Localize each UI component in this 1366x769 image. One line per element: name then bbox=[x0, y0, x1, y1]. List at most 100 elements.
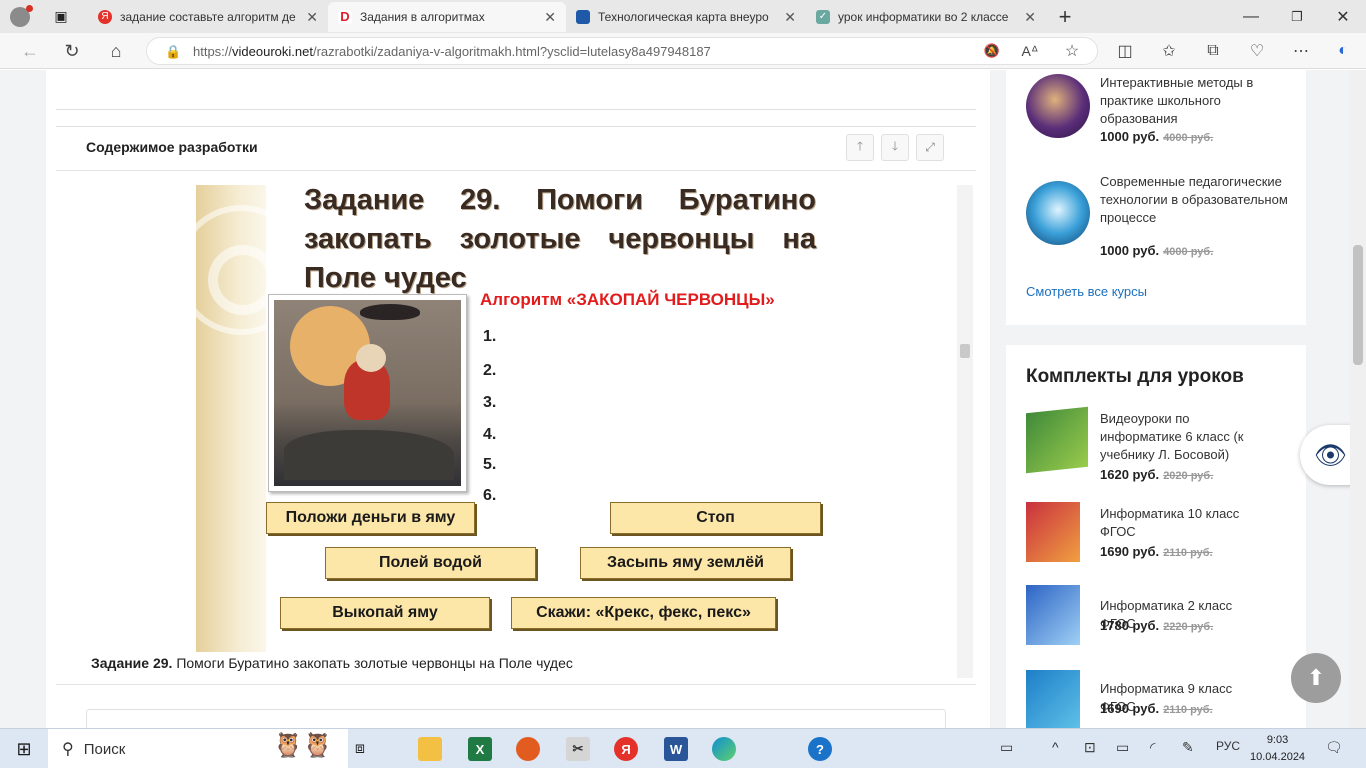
tab-lesson[interactable]: ✓ урок информатики во 2 классе ✕ bbox=[806, 2, 1046, 32]
edge-icon[interactable] bbox=[712, 737, 736, 761]
lock-icon[interactable]: 🔒 bbox=[165, 44, 181, 60]
tab-tech-card[interactable]: Технологическая карта внеуро ✕ bbox=[566, 2, 806, 32]
help-icon[interactable]: ? bbox=[808, 737, 832, 761]
tab-title: Технологическая карта внеуро bbox=[598, 10, 769, 24]
arrow-up-icon[interactable]: 🡑 bbox=[846, 134, 874, 161]
home-icon[interactable]: ⌂ bbox=[102, 39, 130, 63]
file-explorer-icon[interactable] bbox=[418, 737, 442, 761]
search-icon: ⚲ bbox=[62, 741, 74, 758]
page-viewport: Содержимое разработки 🡑 🡓 ⤢ Задание 29. … bbox=[0, 70, 1366, 728]
favorites-icon[interactable]: ✩ bbox=[1156, 39, 1182, 63]
profile-avatar[interactable] bbox=[0, 0, 33, 33]
kits-title: Комплекты для уроков bbox=[1026, 366, 1244, 387]
divider bbox=[56, 684, 976, 685]
kit-cover-image bbox=[1026, 406, 1088, 474]
command-card: Положи деньги в яму bbox=[266, 502, 475, 534]
window-close-icon[interactable]: ✕ bbox=[1320, 0, 1366, 33]
pen-icon[interactable]: ✎ bbox=[1182, 739, 1194, 756]
more-menu-icon[interactable]: ⋯ bbox=[1288, 39, 1314, 63]
course-price: 1000 руб. 4000 руб. bbox=[1100, 129, 1214, 144]
reload-icon[interactable]: ↻ bbox=[58, 39, 86, 63]
kit-price: 1690 руб. 2110 руб. bbox=[1100, 701, 1213, 716]
new-tab-icon[interactable]: + bbox=[1050, 0, 1080, 33]
slide-scrollbar[interactable] bbox=[957, 185, 973, 678]
language-indicator[interactable]: РУС bbox=[1216, 739, 1240, 753]
step-number: 1. bbox=[483, 328, 497, 345]
clock-date: 10.04.2024 bbox=[1250, 751, 1306, 763]
excel-icon[interactable]: X bbox=[468, 737, 492, 761]
divider bbox=[56, 170, 976, 171]
sidebar-kits: Комплекты для уроков Видеоуроки по инфор… bbox=[1006, 345, 1306, 728]
slide-caption: Задание 29. Помоги Буратино закопать зол… bbox=[91, 655, 573, 671]
slide-heading: Задание 29. Помоги Буратино закопать зол… bbox=[304, 185, 816, 294]
divider bbox=[56, 126, 976, 127]
browser-essentials-icon[interactable]: ♡ bbox=[1244, 39, 1270, 63]
wifi-icon[interactable]: ◜ bbox=[1150, 739, 1155, 756]
clock[interactable]: 9:03 10.04.2024 bbox=[1250, 732, 1305, 766]
yandex-browser-icon[interactable]: Я bbox=[614, 737, 638, 761]
notifications-icon[interactable]: 🗨 bbox=[1325, 739, 1343, 756]
step-number: 3. bbox=[483, 394, 497, 411]
tab-active-videouroki[interactable]: D Задания в алгоритмах ✕ bbox=[328, 2, 566, 32]
search-label: Поиск bbox=[83, 740, 126, 758]
battery-icon[interactable]: ▭ bbox=[1116, 739, 1129, 756]
yandex-favicon-icon: Я bbox=[98, 10, 112, 24]
close-icon[interactable]: ✕ bbox=[1024, 9, 1036, 26]
url-input[interactable]: 🔒 https://videouroki.net/razrabotki/zada… bbox=[146, 37, 1098, 65]
close-icon[interactable]: ✕ bbox=[544, 9, 556, 26]
all-courses-link[interactable]: Смотреть все курсы bbox=[1026, 284, 1147, 299]
sidebar-courses: Интерактивные методы в практике школьног… bbox=[1006, 70, 1306, 325]
page-scrollbar[interactable] bbox=[1350, 70, 1366, 728]
taskbar-search[interactable]: ⚲ Поиск 🦉🦉 bbox=[48, 729, 348, 769]
section-title: Содержимое разработки bbox=[86, 139, 258, 155]
course-image bbox=[1026, 74, 1090, 138]
tab-actions-icon[interactable]: ▣ bbox=[46, 0, 76, 33]
step-number: 4. bbox=[483, 426, 497, 443]
close-icon[interactable]: ✕ bbox=[784, 9, 796, 26]
scroll-top-icon[interactable]: ⬆ bbox=[1291, 653, 1341, 703]
task-view-icon[interactable]: ⧈ bbox=[350, 729, 370, 769]
app-icon[interactable] bbox=[516, 737, 540, 761]
screenshot-icon[interactable]: ✂ bbox=[566, 737, 590, 761]
slide-scrollbar-thumb[interactable] bbox=[960, 344, 970, 358]
collections-icon[interactable]: ⧉ bbox=[1200, 39, 1226, 63]
security-icon[interactable]: ⊡ bbox=[1084, 739, 1096, 756]
page-scrollbar-thumb[interactable] bbox=[1353, 245, 1363, 365]
command-card: Засыпь яму землёй bbox=[580, 547, 791, 579]
arrow-down-icon[interactable]: 🡓 bbox=[881, 134, 909, 161]
mute-notifications-icon[interactable]: 🔕 bbox=[979, 39, 1005, 63]
copilot-icon[interactable]: ◐ bbox=[1330, 39, 1356, 63]
fullscreen-icon[interactable]: ⤢ bbox=[916, 134, 944, 161]
tab-title: Задания в алгоритмах bbox=[360, 10, 485, 24]
close-icon[interactable]: ✕ bbox=[306, 9, 318, 26]
word-icon[interactable]: W bbox=[664, 737, 688, 761]
back-icon[interactable]: ← bbox=[16, 39, 44, 63]
kit-cover-image bbox=[1026, 585, 1080, 645]
tab-yandex-search[interactable]: Я задание составьте алгоритм де ✕ bbox=[88, 2, 328, 32]
videouroki-favicon-icon: D bbox=[338, 10, 352, 24]
course-price: 1000 руб. 4000 руб. bbox=[1100, 243, 1214, 258]
next-section-box bbox=[86, 709, 946, 728]
owls-decoration: 🦉🦉 bbox=[273, 732, 333, 759]
read-aloud-icon[interactable]: Aᐞ bbox=[1017, 39, 1043, 63]
split-screen-icon[interactable]: ◫ bbox=[1112, 39, 1138, 63]
step-number: 5. bbox=[483, 456, 497, 473]
kit-title: Видеоуроки по информатике 6 класс (к уче… bbox=[1100, 411, 1244, 462]
tray-chevron-icon[interactable]: ^ bbox=[1052, 739, 1059, 755]
tab-title: урок информатики во 2 классе bbox=[838, 10, 1009, 24]
step-number: 6. bbox=[483, 487, 497, 504]
divider bbox=[56, 109, 976, 110]
course-title: Интерактивные методы в практике школьног… bbox=[1100, 75, 1254, 126]
command-card: Скажи: «Крекс, фекс, пекс» bbox=[511, 597, 776, 629]
display-icon[interactable]: ▭ bbox=[1000, 739, 1013, 756]
minimize-icon[interactable]: — bbox=[1228, 0, 1274, 33]
buratino-illustration bbox=[268, 294, 467, 492]
url-text: https://videouroki.net/razrabotki/zadani… bbox=[193, 44, 711, 59]
windows-start-icon[interactable]: ⊞ bbox=[0, 729, 48, 769]
restore-icon[interactable]: ❐ bbox=[1274, 0, 1320, 33]
kit-title: Информатика 10 класс ФГОС bbox=[1100, 506, 1240, 539]
command-card: Стоп bbox=[610, 502, 821, 534]
kit-price: 1620 руб. 2020 руб. bbox=[1100, 467, 1214, 482]
kit-price: 1690 руб. 2110 руб. bbox=[1100, 544, 1213, 559]
favorite-star-icon[interactable]: ☆ bbox=[1059, 39, 1085, 63]
